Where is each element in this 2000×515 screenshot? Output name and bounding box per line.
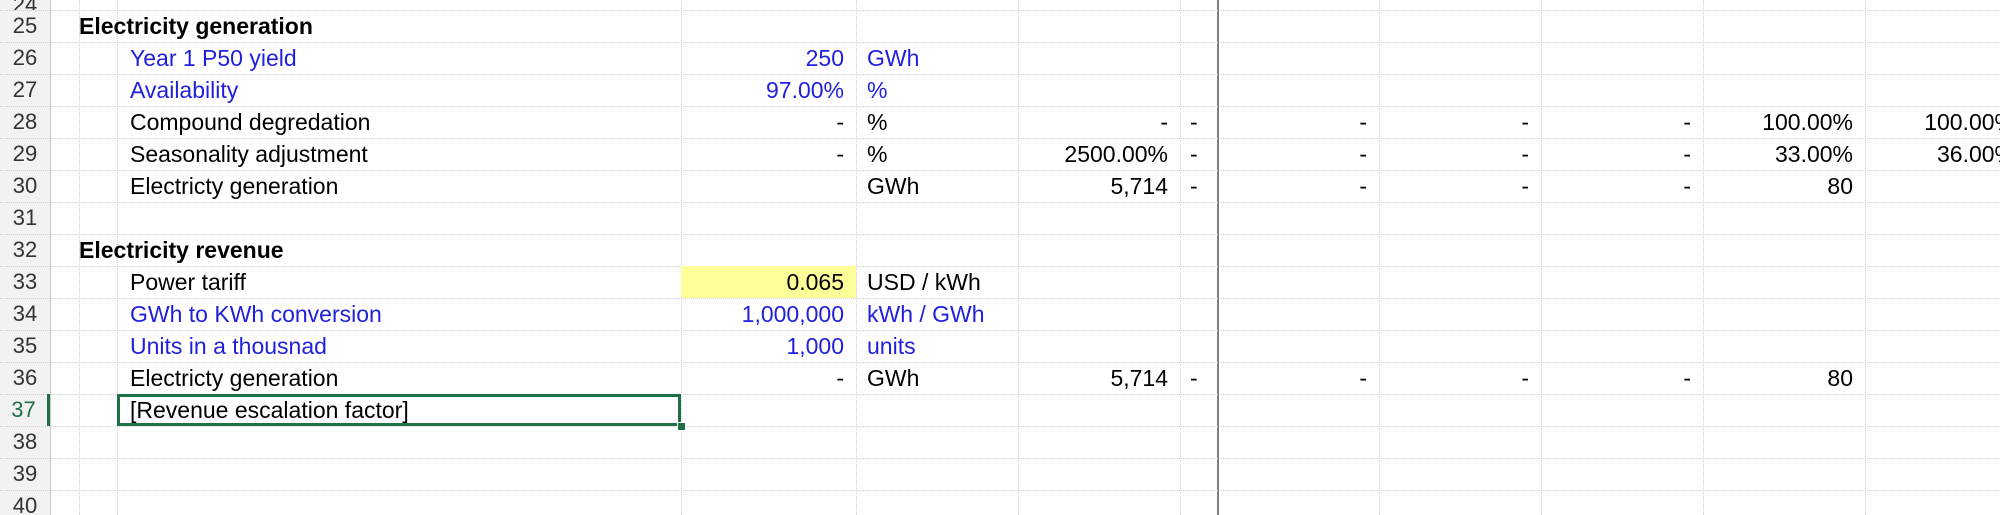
timeline-cell[interactable]: 8 — [1865, 170, 2000, 202]
table-row: 35 Units in a thousnad 1,000 units — [0, 330, 2000, 363]
row-number[interactable]: 30 — [0, 170, 50, 202]
selected-cell[interactable]: [Revenue escalation factor] — [117, 394, 681, 426]
row-number[interactable]: 32 — [0, 234, 50, 266]
table-row: 37 [Revenue escalation factor] — [0, 394, 2000, 431]
timeline-cell[interactable]: - — [1190, 170, 1198, 202]
timeline-cell[interactable]: - — [1541, 138, 1691, 170]
unit-cell[interactable]: GWh — [867, 170, 919, 202]
table-row: 26 Year 1 P50 yield 250 GWh — [0, 42, 2000, 75]
unit-cell[interactable]: kWh / GWh — [867, 298, 985, 330]
table-row: 36 Electricty generation - GWh 5,714 - -… — [0, 362, 2000, 395]
spreadsheet-grid[interactable]: 24 25 Electricity generation 26 Year 1 P… — [0, 0, 2000, 515]
timeline-cell[interactable]: - — [1541, 362, 1691, 394]
unit-cell[interactable]: units — [867, 330, 916, 362]
section-header-cell[interactable]: Electricity generation — [79, 10, 313, 42]
timeline-cell[interactable]: - — [1190, 138, 1198, 170]
value-cell[interactable]: 97.00% — [681, 74, 844, 106]
row-number[interactable]: 28 — [0, 106, 50, 138]
table-row: 32 Electricity revenue — [0, 234, 2000, 267]
label-cell[interactable]: Seasonality adjustment — [130, 138, 368, 170]
row-number[interactable]: 39 — [0, 458, 50, 490]
label-cell[interactable]: Electricty generation — [130, 170, 338, 202]
section-header-cell[interactable]: Electricity revenue — [79, 234, 284, 266]
timeline-cell[interactable]: - — [1190, 106, 1198, 138]
unit-cell[interactable]: % — [867, 138, 887, 170]
label-cell[interactable]: Power tariff — [130, 266, 246, 298]
row-number[interactable]: 38 — [0, 426, 50, 458]
value-cell[interactable]: 1,000,000 — [681, 298, 844, 330]
value-cell[interactable]: - — [681, 362, 844, 394]
total-cell[interactable]: 5,714 — [1018, 170, 1168, 202]
row-number[interactable]: 26 — [0, 42, 50, 74]
row-number[interactable]: 37 — [0, 394, 50, 426]
timeline-cell[interactable]: - — [1217, 106, 1367, 138]
table-row: 40 — [0, 490, 2000, 515]
table-row: 30 Electricty generation GWh 5,714 - - -… — [0, 170, 2000, 203]
row-number[interactable]: 29 — [0, 138, 50, 170]
timeline-cell[interactable]: - — [1379, 138, 1529, 170]
timeline-cell[interactable]: 8 — [1865, 362, 2000, 394]
timeline-cell[interactable]: - — [1541, 170, 1691, 202]
row-number[interactable]: 40 — [0, 490, 50, 515]
timeline-cell[interactable]: 33.00% — [1703, 138, 1853, 170]
table-row: 33 Power tariff 0.065 USD / kWh — [0, 266, 2000, 299]
label-cell[interactable]: GWh to KWh conversion — [130, 298, 382, 330]
row-number[interactable]: 25 — [0, 10, 50, 42]
label-cell[interactable]: Compound degredation — [130, 106, 370, 138]
value-cell[interactable]: - — [681, 106, 844, 138]
table-row: 38 — [0, 426, 2000, 459]
total-cell[interactable]: 5,714 — [1018, 362, 1168, 394]
row-number[interactable]: 36 — [0, 362, 50, 394]
table-row: 39 — [0, 458, 2000, 491]
timeline-cell[interactable]: 100.00% — [1865, 106, 2000, 138]
table-row: 31 — [0, 202, 2000, 235]
timeline-cell[interactable]: - — [1379, 170, 1529, 202]
table-row: 28 Compound degredation - % - - - - - 10… — [0, 106, 2000, 139]
label-cell[interactable]: Units in a thousnad — [130, 330, 327, 362]
timeline-cell[interactable]: - — [1379, 362, 1529, 394]
row-number[interactable]: 27 — [0, 74, 50, 106]
timeline-cell[interactable]: - — [1541, 106, 1691, 138]
label-cell[interactable]: Year 1 P50 yield — [130, 42, 297, 74]
table-row: 29 Seasonality adjustment - % 2500.00% -… — [0, 138, 2000, 171]
row-number[interactable]: 33 — [0, 266, 50, 298]
timeline-cell[interactable]: - — [1217, 138, 1367, 170]
unit-cell[interactable]: USD / kWh — [867, 266, 981, 298]
timeline-cell[interactable]: - — [1190, 362, 1198, 394]
unit-cell[interactable]: % — [867, 74, 887, 106]
timeline-cell[interactable]: 36.00% — [1865, 138, 2000, 170]
timeline-cell[interactable]: - — [1379, 106, 1529, 138]
timeline-cell[interactable]: 100.00% — [1703, 106, 1853, 138]
table-row: 25 Electricity generation — [0, 10, 2000, 43]
row-number[interactable]: 31 — [0, 202, 50, 234]
row-number[interactable]: 24 — [0, 0, 50, 10]
row-number[interactable]: 34 — [0, 298, 50, 330]
timeline-cell[interactable]: - — [1217, 362, 1367, 394]
timeline-cell[interactable]: 80 — [1703, 362, 1853, 394]
total-cell[interactable]: - — [1018, 106, 1168, 138]
unit-cell[interactable]: GWh — [867, 362, 919, 394]
unit-cell[interactable]: % — [867, 106, 887, 138]
value-cell[interactable]: - — [681, 138, 844, 170]
value-cell[interactable]: 250 — [681, 42, 844, 74]
row-number[interactable]: 35 — [0, 330, 50, 362]
tariff-input-cell[interactable]: 0.065 — [681, 266, 856, 298]
table-row: 34 GWh to KWh conversion 1,000,000 kWh /… — [0, 298, 2000, 331]
timeline-cell[interactable]: - — [1217, 170, 1367, 202]
total-cell[interactable]: 2500.00% — [1018, 138, 1168, 170]
label-cell[interactable]: Electricty generation — [130, 362, 338, 394]
timeline-cell[interactable]: 80 — [1703, 170, 1853, 202]
value-cell[interactable]: 1,000 — [681, 330, 844, 362]
table-row: 27 Availability 97.00% % — [0, 74, 2000, 107]
unit-cell[interactable]: GWh — [867, 42, 919, 74]
label-cell[interactable]: Availability — [130, 74, 238, 106]
